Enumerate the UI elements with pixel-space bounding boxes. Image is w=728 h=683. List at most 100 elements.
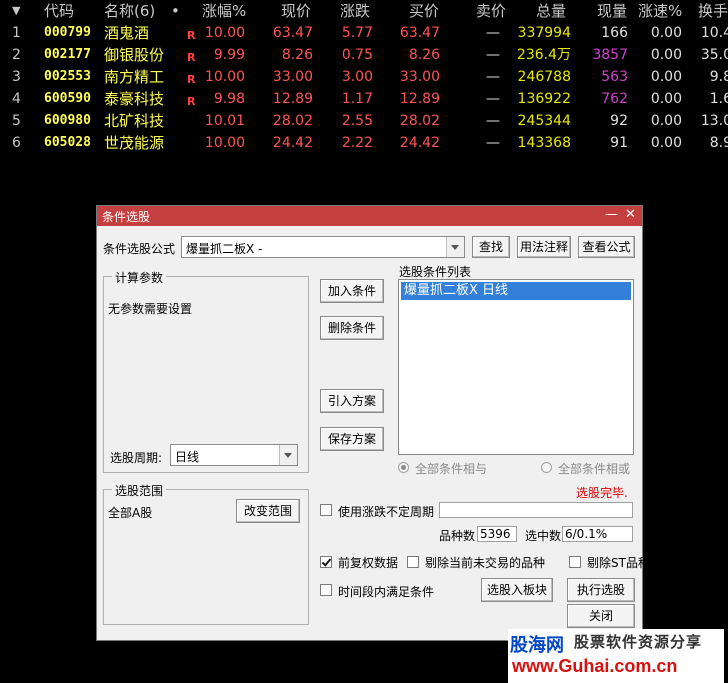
bid-price: 63.47 (399, 25, 440, 41)
time-range-label: 时间段内满足条件 (338, 585, 435, 599)
speed: 0.00 (650, 135, 682, 151)
time-range-checkbox[interactable] (320, 584, 332, 596)
col-speed[interactable]: 涨速% (638, 0, 682, 22)
current-volume: 762 (601, 91, 628, 107)
speed: 0.00 (650, 47, 682, 63)
bid-price: 8.26 (408, 47, 440, 63)
table-row[interactable]: 5 600980 北矿科技 10.01 28.02 2.55 28.02 — 245344 92 0… (0, 110, 728, 132)
turnover: 10.4 (700, 25, 728, 41)
chevron-down-icon[interactable] (279, 445, 297, 465)
ask-price: — (486, 91, 500, 107)
radio-and-label: 全部条件相与 (415, 462, 488, 476)
table-row[interactable]: 6 605028 世茂能源 10.00 24.42 2.22 24.42 — 143368 91 0… (0, 132, 728, 154)
sort-indicator-icon[interactable]: ▼ (12, 0, 20, 22)
usage-notes-button[interactable]: 用法注释 (517, 236, 571, 258)
bid-price: 12.89 (399, 91, 440, 107)
price: 33.00 (272, 69, 313, 85)
period-input[interactable] (439, 502, 633, 518)
col-change[interactable]: 涨跌 (340, 0, 370, 22)
price: 24.42 (272, 135, 313, 151)
current-volume: 563 (601, 69, 628, 85)
volume: 136922 (517, 91, 571, 107)
pre-adjust-checkbox[interactable] (320, 556, 332, 568)
selected-value: 6/0.1% (562, 526, 633, 542)
formula-value: 爆量抓二板X - (186, 242, 263, 256)
volume: 245344 (517, 113, 571, 129)
speed: 0.00 (650, 25, 682, 41)
stock-name: 酒鬼酒 (104, 24, 150, 42)
period-select[interactable]: 日线 (170, 444, 298, 466)
view-formula-button[interactable]: 查看公式 (578, 236, 635, 258)
col-bid[interactable]: 买价 (409, 0, 439, 22)
condition-list-item[interactable]: 爆量抓二板X 日线 (401, 282, 631, 300)
table-row[interactable]: 4 600590 泰豪科技 R 9.98 12.89 1.17 12.89—136922 762… (0, 88, 728, 110)
stock-name: 世茂能源 (104, 134, 165, 152)
add-to-block-button[interactable]: 选股入板块 (481, 578, 553, 602)
change-pct: 10.01 (204, 113, 245, 129)
row-index: 4 (12, 91, 21, 107)
condition-screener-dialog: 条件选股 — ✕ 条件选股公式 爆量抓二板X - 查找 用法注释 查看公式 计算… (96, 205, 650, 641)
radio-and[interactable] (398, 462, 409, 473)
volume: 236.4万 (516, 47, 571, 63)
close-button[interactable]: 关闭 (567, 604, 635, 628)
stock-code: 600590 (44, 91, 91, 106)
stock-code: 605028 (44, 135, 91, 150)
stock-code: 600980 (44, 113, 91, 128)
find-button[interactable]: 查找 (472, 236, 510, 258)
table-row[interactable]: 1 000799 酒鬼酒 R 10.00 63.47 5.77 63.47—337994 166… (0, 22, 728, 44)
speed: 0.00 (650, 91, 682, 107)
change: 5.77 (341, 25, 373, 41)
col-volume[interactable]: 总量 (536, 0, 566, 22)
col-price[interactable]: 现价 (281, 0, 311, 22)
watermark: 股海网 股票软件资源分享 www.Guhai.com.cn (508, 629, 724, 683)
pre-adjust-label: 前复权数据 (338, 556, 399, 570)
stock-name: 北矿科技 (104, 112, 165, 130)
params-text: 无参数需要设置 (108, 302, 193, 316)
radio-or-label: 全部条件相或 (558, 462, 631, 476)
bid-price: 28.02 (399, 113, 440, 129)
minimize-icon[interactable]: — (605, 207, 618, 222)
stock-code: 002553 (44, 69, 91, 84)
watermark-brand: 股海网 (510, 635, 564, 656)
change-range-button[interactable]: 改变范围 (236, 499, 300, 523)
col-name[interactable]: 名称(6) (104, 0, 155, 22)
dialog-titlebar[interactable]: 条件选股 — ✕ (97, 206, 642, 226)
current-volume: 91 (610, 135, 628, 151)
stock-code: 002177 (44, 47, 91, 62)
exclude-st-checkbox[interactable] (569, 556, 581, 568)
table-row[interactable]: 3 002553 南方精工 R 10.00 33.00 3.00 33.00—246788 56… (0, 66, 728, 88)
watermark-slogan: 股票软件资源分享 (574, 633, 703, 651)
formula-select[interactable]: 爆量抓二板X - (181, 236, 465, 258)
add-condition-button[interactable]: 加入条件 (320, 279, 384, 303)
col-code[interactable]: 代码 (44, 0, 74, 22)
col-ask[interactable]: 卖价 (476, 0, 506, 22)
change-pct: 9.99 (213, 47, 245, 63)
stock-code: 000799 (44, 25, 91, 40)
condition-list[interactable]: 爆量抓二板X 日线 (398, 279, 634, 455)
current-volume: 166 (601, 25, 628, 41)
save-plan-button[interactable]: 保存方案 (320, 427, 384, 451)
col-change-pct[interactable]: 涨幅% (202, 0, 246, 22)
change-pct: 10.00 (204, 69, 245, 85)
run-screener-button[interactable]: 执行选股 (567, 578, 635, 602)
col-turnover[interactable]: 换手 (698, 0, 728, 22)
import-plan-button[interactable]: 引入方案 (320, 389, 384, 413)
radio-or[interactable] (541, 462, 552, 473)
ask-price: — (486, 47, 500, 63)
selected-label: 选中数 (525, 529, 562, 543)
indefinite-period-checkbox[interactable] (320, 504, 332, 516)
row-index: 6 (12, 135, 21, 151)
params-group: 计算参数 无参数需要设置 选股周期: 日线 (103, 269, 309, 473)
status-text: 选股完毕. (576, 486, 628, 500)
exclude-untraded-label: 剔除当前未交易的品种 (425, 556, 546, 570)
table-row[interactable]: 2 002177 御银股份 R 9.99 8.26 0.75 8.26—236.4万 3857 0… (0, 44, 728, 66)
col-current-volume[interactable]: 现量 (597, 0, 627, 22)
chevron-down-icon[interactable] (446, 237, 464, 257)
change: 3.00 (341, 69, 373, 85)
watermark-url: www.Guhai.com.cn (512, 656, 678, 676)
current-volume: 3857 (592, 47, 628, 63)
delete-condition-button[interactable]: 删除条件 (320, 316, 384, 340)
exclude-untraded-checkbox[interactable] (407, 556, 419, 568)
close-icon[interactable]: ✕ (625, 207, 636, 222)
stock-name: 御银股份 (104, 46, 165, 64)
